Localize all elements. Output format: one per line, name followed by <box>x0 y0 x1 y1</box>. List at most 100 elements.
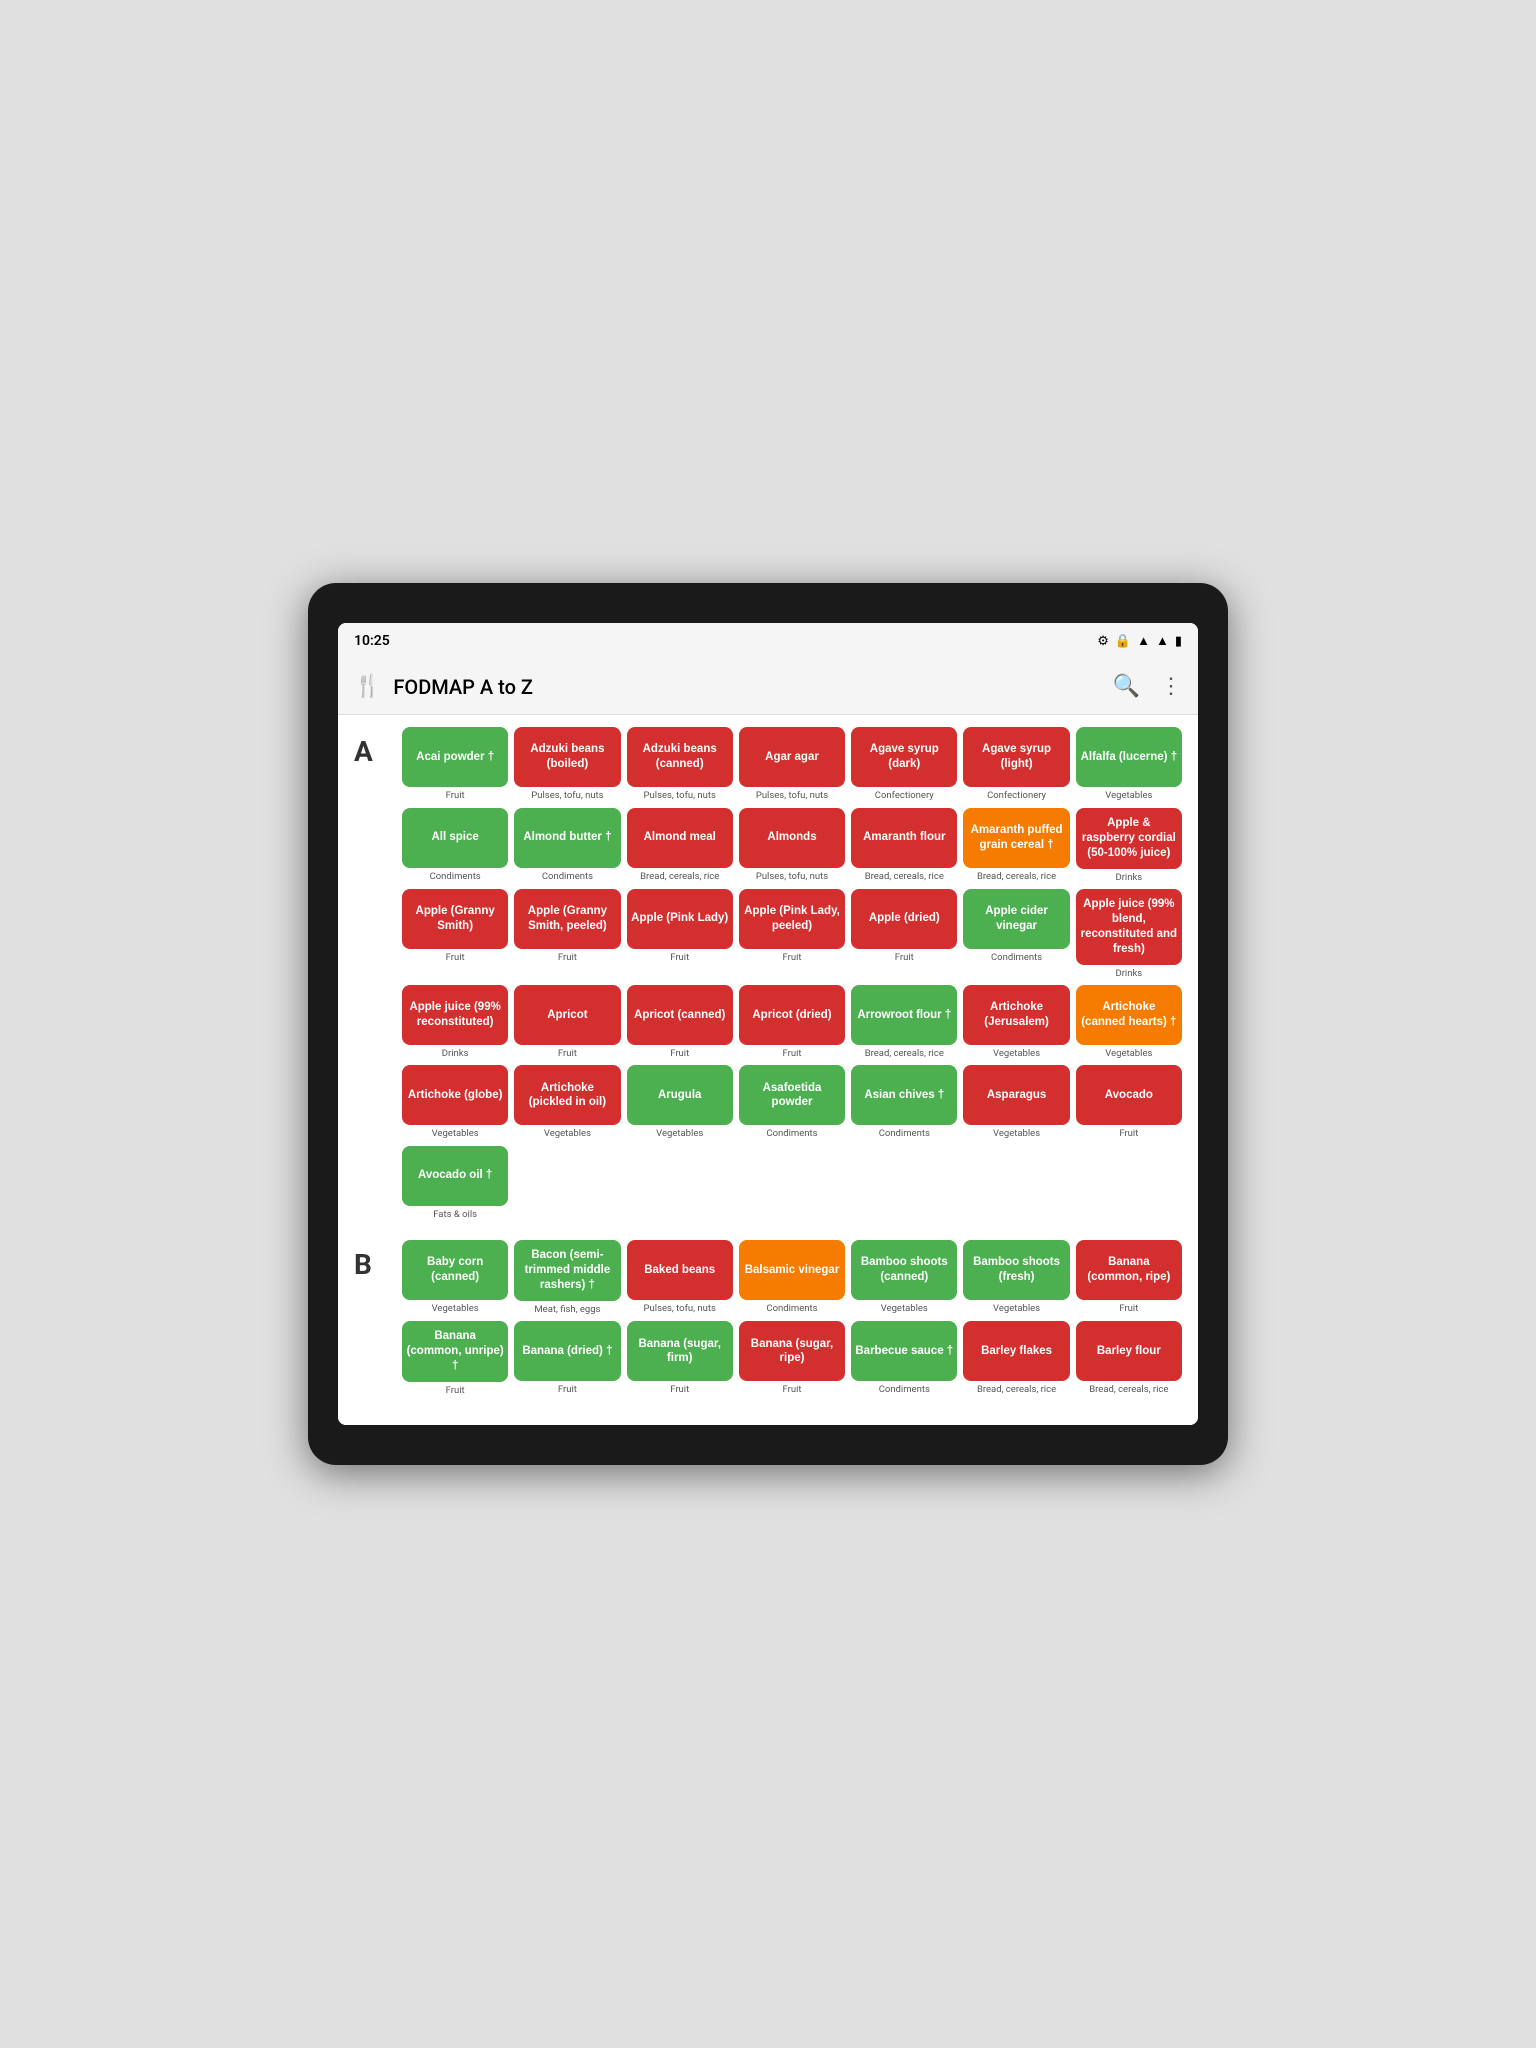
food-cell: AvocadoFruit <box>1076 1065 1182 1139</box>
status-time: 10:25 <box>354 633 390 649</box>
food-button[interactable]: Bamboo shoots (fresh) <box>963 1240 1069 1300</box>
food-button[interactable]: All spice <box>402 808 508 868</box>
food-cell: Apricot (dried)Fruit <box>739 985 845 1059</box>
food-button[interactable]: Alfalfa (lucerne) † <box>1076 727 1182 787</box>
food-category: Fats & oils <box>433 1209 477 1220</box>
food-category: Vegetables <box>432 1128 479 1139</box>
wifi-icon: ▲ <box>1137 633 1150 649</box>
food-cell: Apricot (canned)Fruit <box>627 985 733 1059</box>
food-category: Drinks <box>442 1048 469 1059</box>
content-area: AAcai powder †FruitAdzuki beans (boiled)… <box>338 715 1198 1424</box>
status-bar: 10:25 ⚙ 🔒 ▲ ▲ ▮ <box>338 623 1198 659</box>
food-button[interactable]: Apple (Pink Lady, peeled) <box>739 889 845 949</box>
food-button[interactable]: Bamboo shoots (canned) <box>851 1240 957 1300</box>
food-cell: Balsamic vinegarCondiments <box>739 1240 845 1315</box>
food-button[interactable]: Apple (dried) <box>851 889 957 949</box>
food-button[interactable]: Bacon (semi-trimmed middle rashers) † <box>514 1240 620 1301</box>
food-grid-A: Acai powder †FruitAdzuki beans (boiled)P… <box>402 727 1182 1220</box>
food-button[interactable]: Apple cider vinegar <box>963 889 1069 949</box>
section-A: AAcai powder †FruitAdzuki beans (boiled)… <box>354 727 1182 1220</box>
food-button[interactable]: Balsamic vinegar <box>739 1240 845 1300</box>
food-cell: Baby corn (canned) Vegetables <box>402 1240 508 1315</box>
food-category: Fruit <box>895 952 914 963</box>
food-button[interactable]: Agave syrup (dark) <box>851 727 957 787</box>
food-cell: Almond butter †Condiments <box>514 808 620 883</box>
food-category: Bread, cereals, rice <box>1089 1384 1168 1395</box>
food-button[interactable]: Artichoke (canned hearts) † <box>1076 985 1182 1045</box>
food-button[interactable]: Apricot (canned) <box>627 985 733 1045</box>
food-button[interactable]: Banana (sugar, firm) <box>627 1321 733 1381</box>
food-button[interactable]: Barley flour <box>1076 1321 1182 1381</box>
food-cell <box>851 1146 957 1220</box>
food-category: Confectionery <box>987 790 1046 801</box>
food-grid-B: Baby corn (canned) Vegetables Bacon (semi-… <box>402 1240 1182 1396</box>
grid-wrap-B: Baby corn (canned) Vegetables Bacon (semi-… <box>402 1240 1182 1396</box>
food-button[interactable]: Apple (Pink Lady) <box>627 889 733 949</box>
food-cell <box>514 1146 620 1220</box>
food-button[interactable]: Amaranth flour <box>851 808 957 868</box>
food-button[interactable]: Apricot (dried) <box>739 985 845 1045</box>
search-icon[interactable]: 🔍 <box>1113 674 1140 699</box>
food-button[interactable]: Banana (common, unripe) † <box>402 1321 508 1382</box>
food-button[interactable]: Barbecue sauce † <box>851 1321 957 1381</box>
food-button[interactable]: Barley flakes <box>963 1321 1069 1381</box>
food-button[interactable]: Arrowroot flour † <box>851 985 957 1045</box>
food-category: Bread, cereals, rice <box>977 871 1056 882</box>
food-button[interactable]: Almond meal <box>627 808 733 868</box>
food-cell: ArugulaVegetables <box>627 1065 733 1139</box>
food-cell: Apple (Pink Lady)Fruit <box>627 889 733 979</box>
food-button[interactable]: Banana (dried) † <box>514 1321 620 1381</box>
food-button[interactable]: Apple juice (99% reconstituted) <box>402 985 508 1045</box>
food-button[interactable]: Baked beans <box>627 1240 733 1300</box>
food-cell: Barley flour Bread, cereals, rice <box>1076 1321 1182 1396</box>
food-button[interactable]: Apple & raspberry cordial (50-100% juice… <box>1076 808 1182 869</box>
food-button[interactable]: Asparagus <box>963 1065 1069 1125</box>
food-button[interactable]: Almond butter † <box>514 808 620 868</box>
food-button[interactable]: Asian chives † <box>851 1065 957 1125</box>
food-category: Fruit <box>558 952 577 963</box>
food-button[interactable]: Asafoetida powder <box>739 1065 845 1125</box>
food-button[interactable]: Arugula <box>627 1065 733 1125</box>
food-button[interactable]: Banana (common, ripe) <box>1076 1240 1182 1300</box>
food-category: Pulses, tofu, nuts <box>531 790 603 801</box>
food-button[interactable]: Acai powder † <box>402 727 508 787</box>
food-cell: AsparagusVegetables <box>963 1065 1069 1139</box>
battery-icon: ▮ <box>1175 634 1182 649</box>
more-icon[interactable]: ⋮ <box>1160 674 1182 699</box>
food-category: Pulses, tofu, nuts <box>756 871 828 882</box>
food-category: Vegetables <box>544 1128 591 1139</box>
food-button[interactable]: Avocado <box>1076 1065 1182 1125</box>
food-button[interactable]: Artichoke (pickled in oil) <box>514 1065 620 1125</box>
food-button[interactable]: Artichoke (globe) <box>402 1065 508 1125</box>
food-button[interactable]: Almonds <box>739 808 845 868</box>
food-cell <box>627 1146 733 1220</box>
signal-icon: ▲ <box>1156 633 1169 649</box>
food-cell: Apple (Granny Smith, peeled) Fruit <box>514 889 620 979</box>
food-cell: Barbecue sauce †Condiments <box>851 1321 957 1396</box>
food-cell: Apple (Pink Lady, peeled)Fruit <box>739 889 845 979</box>
food-button[interactable]: Adzuki beans (canned) <box>627 727 733 787</box>
food-button[interactable]: Agave syrup (light) <box>963 727 1069 787</box>
food-button[interactable]: Baby corn (canned) <box>402 1240 508 1300</box>
food-cell: Arrowroot flour †Bread, cereals, rice <box>851 985 957 1059</box>
food-cell: Acai powder †Fruit <box>402 727 508 801</box>
food-category: Vegetables <box>432 1303 479 1314</box>
food-cell: Banana (common, ripe)Fruit <box>1076 1240 1182 1315</box>
food-cell: Artichoke (Jerusalem)Vegetables <box>963 985 1069 1059</box>
food-cell: Amaranth puffed grain cereal † Bread, cer… <box>963 808 1069 883</box>
food-button[interactable]: Avocado oil † <box>402 1146 508 1206</box>
food-button[interactable]: Apple juice (99% blend, reconstituted an… <box>1076 889 1182 965</box>
food-category: Pulses, tofu, nuts <box>644 1303 716 1314</box>
food-button[interactable]: Adzuki beans (boiled) <box>514 727 620 787</box>
food-cell: Amaranth flour Bread, cereals, rice <box>851 808 957 883</box>
food-button[interactable]: Apricot <box>514 985 620 1045</box>
food-button[interactable]: Banana (sugar, ripe) <box>739 1321 845 1381</box>
food-button[interactable]: Artichoke (Jerusalem) <box>963 985 1069 1045</box>
food-button[interactable]: Apple (Granny Smith, peeled) <box>514 889 620 949</box>
food-button[interactable]: Agar agar <box>739 727 845 787</box>
food-button[interactable]: Amaranth puffed grain cereal † <box>963 808 1069 868</box>
food-category: Bread, cereals, rice <box>865 871 944 882</box>
food-category: Vegetables <box>993 1303 1040 1314</box>
food-category: Meat, fish, eggs <box>534 1304 600 1315</box>
food-button[interactable]: Apple (Granny Smith) <box>402 889 508 949</box>
